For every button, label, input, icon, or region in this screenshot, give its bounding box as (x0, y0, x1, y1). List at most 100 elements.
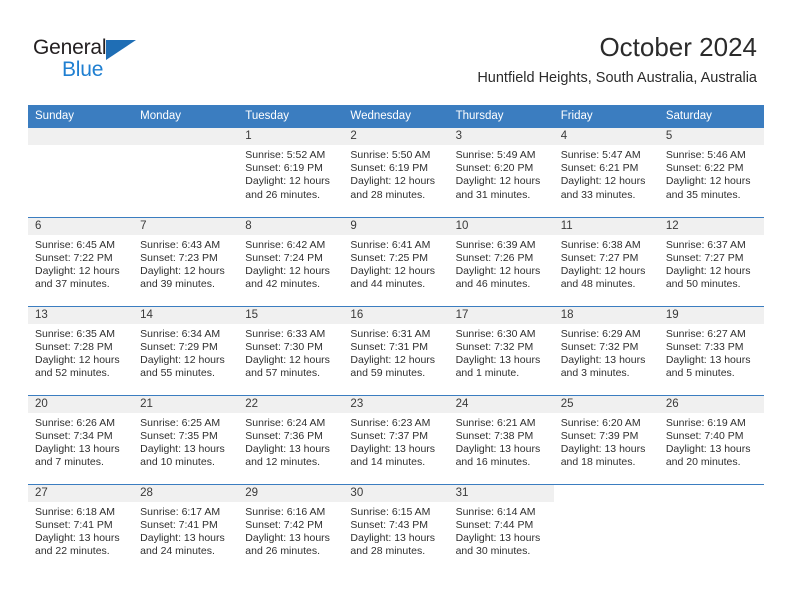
weekday-header-thursday: Thursday (448, 105, 554, 128)
day-number: 4 (553, 128, 659, 145)
sunrise-text: Sunrise: 5:49 AM (455, 149, 536, 161)
calendar-cell-inner: 26 Sunrise: 6:19 AM Sunset: 7:40 PM Dayligh… (658, 395, 764, 484)
calendar-day-cell[interactable]: 14 Sunrise: 6:34 AM Sunset: 7:29 PM Dayligh… (133, 305, 239, 395)
day-details: Sunrise: 6:25 AM Sunset: 7:35 PM Daylight:… (133, 413, 238, 470)
calendar-cell-inner: 9 Sunrise: 6:41 AM Sunset: 7:25 PM Daylight… (343, 217, 449, 306)
day-number (28, 128, 134, 145)
daylight-text: Daylight: 12 hours and 50 minutes. (665, 264, 751, 291)
day-details: Sunrise: 6:33 AM Sunset: 7:30 PM Daylight:… (238, 324, 343, 381)
calendar-day-cell[interactable]: 4 Sunrise: 5:47 AM Sunset: 6:21 PM Daylight… (553, 128, 659, 217)
calendar-day-cell[interactable]: 7 Sunrise: 6:43 AM Sunset: 7:23 PM Daylight… (133, 216, 239, 306)
calendar-day-cell[interactable]: 19 Sunrise: 6:27 AM Sunset: 7:33 PM Dayligh… (658, 305, 764, 395)
day-details: Sunrise: 6:18 AM Sunset: 7:41 PM Daylight:… (28, 502, 133, 559)
sunset-text: Sunset: 7:27 PM (560, 251, 639, 264)
calendar-cell-inner: 24 Sunrise: 6:21 AM Sunset: 7:38 PM Dayligh… (448, 395, 554, 484)
day-number: 8 (238, 217, 344, 235)
calendar-day-cell[interactable]: 15 Sunrise: 6:33 AM Sunset: 7:30 PM Dayligh… (238, 305, 344, 395)
calendar-day-cell[interactable]: 17 Sunrise: 6:30 AM Sunset: 7:32 PM Dayligh… (448, 305, 554, 395)
calendar-day-cell[interactable]: 12 Sunrise: 6:37 AM Sunset: 7:27 PM Dayligh… (658, 216, 764, 306)
calendar-grid: Sunday Monday Tuesday Wednesday Thursday… (28, 105, 764, 573)
calendar-day-cell[interactable]: 10 Sunrise: 6:39 AM Sunset: 7:26 PM Dayligh… (448, 216, 554, 306)
calendar-day-cell[interactable]: 3 Sunrise: 5:49 AM Sunset: 6:20 PM Daylight… (448, 128, 554, 217)
sunset-text: Sunset: 7:39 PM (560, 429, 639, 442)
calendar-day-cell[interactable]: 24 Sunrise: 6:21 AM Sunset: 7:38 PM Dayligh… (448, 394, 554, 484)
general-blue-logo[interactable]: General Blue (33, 36, 153, 82)
day-number: 6 (28, 217, 134, 235)
calendar-day-cell[interactable]: 16 Sunrise: 6:31 AM Sunset: 7:31 PM Dayligh… (343, 305, 449, 395)
day-number (133, 128, 239, 145)
calendar-day-cell[interactable]: 8 Sunrise: 6:42 AM Sunset: 7:24 PM Daylight… (238, 216, 344, 306)
sunset-text: Sunset: 7:32 PM (455, 340, 534, 353)
calendar-cell-inner (28, 128, 134, 217)
day-details: Sunrise: 6:45 AM Sunset: 7:22 PM Daylight:… (28, 235, 133, 292)
calendar-day-cell[interactable]: 25 Sunrise: 6:20 AM Sunset: 7:39 PM Dayligh… (553, 394, 659, 484)
calendar-day-cell[interactable]: 22 Sunrise: 6:24 AM Sunset: 7:36 PM Dayligh… (238, 394, 344, 484)
sunrise-text: Sunrise: 6:35 AM (35, 327, 115, 340)
day-details: Sunrise: 6:14 AM Sunset: 7:44 PM Daylight:… (449, 502, 554, 559)
page-title: October 2024 (599, 32, 757, 62)
calendar-cell-inner: 1 Sunrise: 5:52 AM Sunset: 6:19 PM Daylight… (238, 128, 344, 217)
calendar-cell-inner (658, 484, 764, 574)
calendar-day-cell[interactable]: 6 Sunrise: 6:45 AM Sunset: 7:22 PM Daylight… (28, 216, 134, 306)
sunset-text: Sunset: 7:41 PM (140, 518, 218, 531)
calendar-cell-empty (28, 128, 134, 217)
calendar-cell-inner: 14 Sunrise: 6:34 AM Sunset: 7:29 PM Dayligh… (133, 306, 239, 395)
sunset-text: Sunset: 7:38 PM (455, 429, 534, 442)
daylight-text: Daylight: 12 hours and 48 minutes. (560, 264, 646, 291)
calendar-day-cell[interactable]: 23 Sunrise: 6:23 AM Sunset: 7:37 PM Dayligh… (343, 394, 449, 484)
day-number: 1 (238, 128, 344, 145)
calendar-cell-inner: 12 Sunrise: 6:37 AM Sunset: 7:27 PM Dayligh… (658, 217, 764, 306)
day-details: Sunrise: 6:23 AM Sunset: 7:37 PM Daylight:… (343, 413, 448, 470)
calendar-body: 1 Sunrise: 5:52 AM Sunset: 6:19 PM Daylight… (28, 128, 764, 573)
daylight-text: Daylight: 13 hours and 10 minutes. (140, 442, 225, 469)
calendar-cell-inner: 17 Sunrise: 6:30 AM Sunset: 7:32 PM Dayligh… (448, 306, 554, 395)
day-number: 25 (553, 395, 659, 413)
sunrise-text: Sunrise: 6:39 AM (455, 238, 536, 251)
calendar-day-cell[interactable]: 21 Sunrise: 6:25 AM Sunset: 7:35 PM Dayligh… (133, 394, 239, 484)
calendar-cell-inner: 31 Sunrise: 6:14 AM Sunset: 7:44 PM Dayligh… (448, 484, 554, 574)
calendar-cell-inner: 23 Sunrise: 6:23 AM Sunset: 7:37 PM Dayligh… (343, 395, 449, 484)
calendar-day-cell[interactable]: 20 Sunrise: 6:26 AM Sunset: 7:34 PM Dayligh… (28, 394, 134, 484)
calendar-day-cell[interactable]: 13 Sunrise: 6:35 AM Sunset: 7:28 PM Dayligh… (28, 305, 134, 395)
daylight-text: Daylight: 13 hours and 14 minutes. (350, 442, 436, 469)
calendar-day-cell[interactable]: 29 Sunrise: 6:16 AM Sunset: 7:42 PM Dayligh… (238, 483, 344, 573)
day-number: 28 (133, 484, 239, 502)
calendar-cell-inner: 25 Sunrise: 6:20 AM Sunset: 7:39 PM Dayligh… (553, 395, 659, 484)
day-details: Sunrise: 6:26 AM Sunset: 7:34 PM Daylight:… (28, 413, 133, 470)
daylight-text: Daylight: 13 hours and 24 minutes. (140, 531, 225, 558)
day-details: Sunrise: 6:19 AM Sunset: 7:40 PM Daylight:… (659, 413, 764, 470)
sunrise-text: Sunrise: 6:25 AM (140, 416, 221, 429)
calendar-day-cell[interactable]: 31 Sunrise: 6:14 AM Sunset: 7:44 PM Dayligh… (448, 483, 554, 574)
calendar-day-cell[interactable]: 26 Sunrise: 6:19 AM Sunset: 7:40 PM Dayligh… (658, 394, 764, 484)
day-number: 26 (658, 395, 764, 413)
sunrise-text: Sunrise: 6:26 AM (35, 416, 115, 429)
page-header: General Blue October 2024 Huntfield Heig… (0, 0, 792, 104)
sunset-text: Sunset: 7:30 PM (245, 340, 323, 353)
day-details: Sunrise: 6:24 AM Sunset: 7:36 PM Daylight:… (238, 413, 343, 470)
sunset-text: Sunset: 7:31 PM (350, 340, 429, 353)
daylight-text: Daylight: 13 hours and 22 minutes. (35, 531, 120, 558)
day-details: Sunrise: 5:47 AM Sunset: 6:21 PM Daylight:… (554, 145, 659, 202)
calendar-day-cell[interactable]: 2 Sunrise: 5:50 AM Sunset: 6:19 PM Daylight… (343, 128, 449, 217)
sunrise-text: Sunrise: 6:21 AM (455, 416, 536, 429)
calendar-week-row: 6 Sunrise: 6:45 AM Sunset: 7:22 PM Daylight… (28, 216, 764, 306)
calendar-week-row: 27 Sunrise: 6:18 AM Sunset: 7:41 PM Dayligh… (28, 483, 764, 574)
sunset-text: Sunset: 6:22 PM (665, 162, 744, 175)
calendar-cell-empty (553, 483, 659, 573)
calendar-day-cell[interactable]: 11 Sunrise: 6:38 AM Sunset: 7:27 PM Dayligh… (553, 216, 659, 306)
calendar-day-cell[interactable]: 28 Sunrise: 6:17 AM Sunset: 7:41 PM Dayligh… (133, 483, 239, 573)
calendar-cell-inner: 27 Sunrise: 6:18 AM Sunset: 7:41 PM Dayligh… (28, 484, 134, 574)
day-details: Sunrise: 6:35 AM Sunset: 7:28 PM Daylight:… (28, 324, 133, 381)
calendar-day-cell[interactable]: 27 Sunrise: 6:18 AM Sunset: 7:41 PM Dayligh… (28, 483, 134, 574)
day-number: 31 (448, 484, 554, 502)
sunset-text: Sunset: 7:22 PM (35, 251, 113, 264)
calendar-day-cell[interactable]: 9 Sunrise: 6:41 AM Sunset: 7:25 PM Daylight… (343, 216, 449, 306)
calendar-day-cell[interactable]: 1 Sunrise: 5:52 AM Sunset: 6:19 PM Daylight… (238, 128, 344, 217)
calendar-cell-inner: 7 Sunrise: 6:43 AM Sunset: 7:23 PM Daylight… (133, 217, 239, 306)
calendar-day-cell[interactable]: 30 Sunrise: 6:15 AM Sunset: 7:43 PM Dayligh… (343, 483, 449, 573)
day-details: Sunrise: 6:27 AM Sunset: 7:33 PM Daylight:… (659, 324, 764, 381)
calendar-day-cell[interactable]: 5 Sunrise: 5:46 AM Sunset: 6:22 PM Daylight… (658, 128, 764, 217)
day-details: Sunrise: 6:43 AM Sunset: 7:23 PM Daylight:… (133, 235, 238, 292)
day-number: 14 (133, 306, 239, 324)
calendar-day-cell[interactable]: 18 Sunrise: 6:29 AM Sunset: 7:32 PM Dayligh… (553, 305, 659, 395)
